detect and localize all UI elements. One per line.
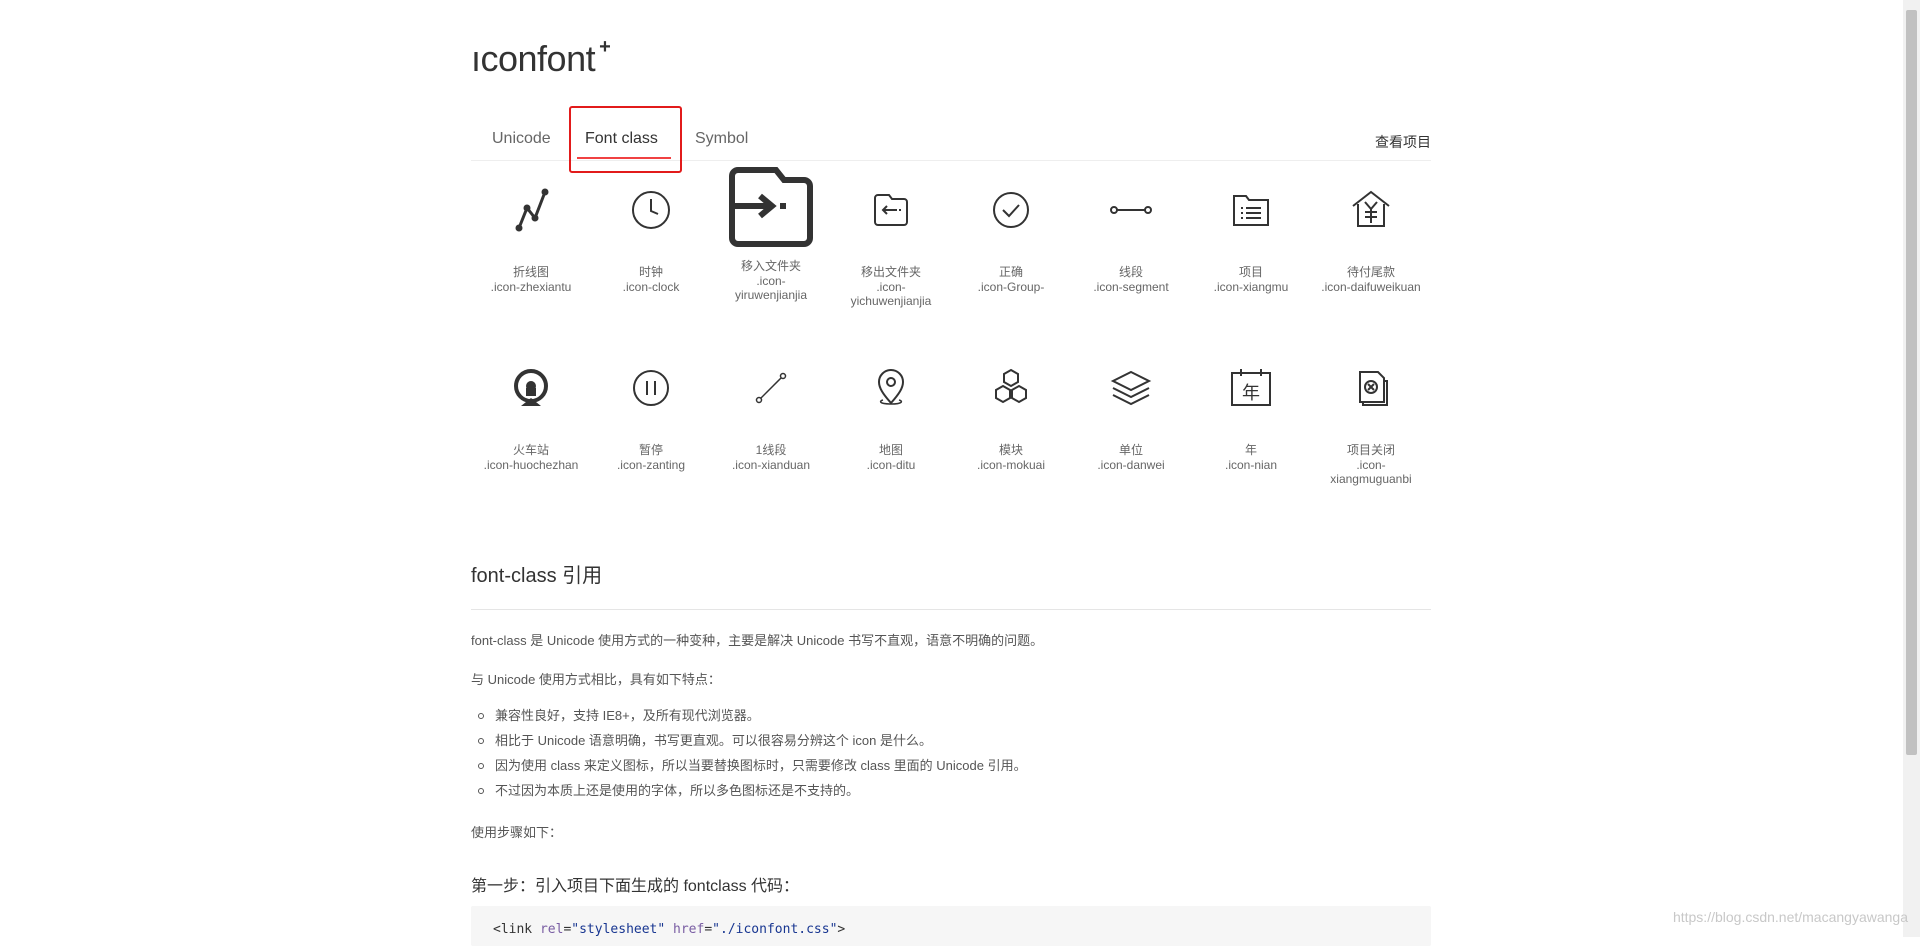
icon-class-name: .icon-xiangmuguanbi bbox=[1330, 458, 1412, 486]
code-block: <link rel="stylesheet" href="./iconfont.… bbox=[471, 906, 1431, 946]
tab-highlight-box bbox=[569, 106, 682, 173]
icon-item[interactable]: 移入文件夹 .icon-yiruwenjianjia bbox=[711, 167, 831, 302]
logo-text: ıconfont bbox=[471, 38, 596, 79]
icon-item[interactable]: 折线图 .icon-zhexiantu bbox=[471, 170, 591, 294]
tab-bar: Unicode Font class Symbol 查看项目 bbox=[471, 106, 1431, 173]
train-station-icon bbox=[471, 348, 591, 428]
step-one-title: 第一步：引入项目下面生成的 fontclass 代码： bbox=[471, 878, 800, 895]
icon-label: 年 bbox=[1244, 443, 1257, 457]
icon-class-name: .icon-Group- bbox=[977, 280, 1045, 294]
icon-class-name: .icon-xianduan bbox=[731, 458, 811, 472]
icon-class-name: .icon-yiruwenjianjia bbox=[734, 274, 808, 302]
icon-label: 1线段 bbox=[755, 443, 787, 457]
steps-label: 使用步骤如下： bbox=[471, 825, 563, 840]
icon-class-name: .icon-danwei bbox=[1097, 458, 1165, 472]
clock-icon bbox=[591, 170, 711, 250]
scrollbar-thumb[interactable] bbox=[1906, 10, 1917, 755]
vertical-scrollbar[interactable] bbox=[1903, 0, 1920, 937]
icon-label: 单位 bbox=[1118, 443, 1143, 457]
check-circle-icon bbox=[951, 170, 1071, 250]
icon-class-name: .icon-ditu bbox=[866, 458, 916, 472]
icon-item[interactable]: 线段 .icon-segment bbox=[1071, 170, 1191, 294]
icon-label: 火车站 bbox=[512, 443, 549, 457]
icon-label: 模块 bbox=[998, 443, 1023, 457]
project-close-icon bbox=[1311, 348, 1431, 428]
folder-move-in-icon bbox=[711, 164, 831, 247]
section-title: font-class 引用 bbox=[471, 565, 603, 587]
polyline-chart-icon bbox=[471, 170, 591, 250]
segment-icon bbox=[1071, 170, 1191, 250]
list-item: 兼容性良好，支持 IE8+，及所有现代浏览器。 bbox=[471, 706, 1027, 731]
feature-list: 兼容性良好，支持 IE8+，及所有现代浏览器。 相比于 Unicode 语意明确… bbox=[471, 706, 1027, 806]
intro-paragraph: font-class 是 Unicode 使用方式的一种变种，主要是解决 Uni… bbox=[471, 633, 1044, 648]
icon-label: 线段 bbox=[1118, 265, 1143, 279]
folder-move-out-icon bbox=[831, 170, 951, 250]
icon-item[interactable]: 项目关闭 .icon-xiangmuguanbi bbox=[1311, 348, 1431, 486]
icon-class-name: .icon-huochezhan bbox=[483, 458, 579, 472]
iconfont-logo[interactable]: ıconfont + bbox=[471, 36, 611, 80]
icon-label: 待付尾款 bbox=[1346, 265, 1395, 279]
project-folder-icon bbox=[1191, 170, 1311, 250]
icon-class-name: .icon-zhexiantu bbox=[490, 280, 572, 294]
icon-class-name: .icon-daifuweikuan bbox=[1321, 280, 1421, 294]
icon-item[interactable]: 年 年 .icon-nian bbox=[1191, 348, 1311, 472]
watermark: https://blog.csdn.net/macangyawanga bbox=[1672, 909, 1908, 925]
icon-item[interactable]: 模块 .icon-mokuai bbox=[951, 348, 1071, 472]
icon-item[interactable]: 移出文件夹 .icon-yichuwenjianjia bbox=[831, 170, 951, 308]
pause-circle-icon bbox=[591, 348, 711, 428]
icon-class-name: .icon-nian bbox=[1224, 458, 1278, 472]
calendar-year-icon: 年 bbox=[1191, 348, 1311, 428]
icon-label: 移出文件夹 bbox=[860, 265, 921, 279]
list-item: 不过因为本质上还是使用的字体，所以多色图标还是不支持的。 bbox=[471, 781, 1027, 806]
code-line: <link rel="stylesheet" href="./iconfont.… bbox=[493, 922, 846, 937]
layers-icon bbox=[1071, 348, 1191, 428]
icon-label: 正确 bbox=[998, 265, 1023, 279]
icon-label: 项目关闭 bbox=[1346, 443, 1395, 457]
tab-unicode[interactable]: Unicode bbox=[492, 130, 551, 148]
icon-item[interactable]: 火车站 .icon-huochezhan bbox=[471, 348, 591, 472]
icon-label: 折线图 bbox=[512, 265, 549, 279]
icon-label: 暂停 bbox=[638, 443, 663, 457]
list-item: 因为使用 class 来定义图标，所以当要替换图标时，只需要修改 class 里… bbox=[471, 756, 1027, 781]
icon-item[interactable]: 单位 .icon-danwei bbox=[1071, 348, 1191, 472]
icon-class-name: .icon-zanting bbox=[616, 458, 686, 472]
icon-label: 移入文件夹 bbox=[740, 259, 801, 273]
icon-class-name: .icon-clock bbox=[622, 280, 680, 294]
icon-item[interactable]: 项目 .icon-xiangmu bbox=[1191, 170, 1311, 294]
icon-item[interactable]: 1线段 .icon-xianduan bbox=[711, 348, 831, 472]
pending-payment-icon bbox=[1311, 170, 1431, 250]
view-project-link[interactable]: 查看项目 bbox=[1375, 132, 1431, 152]
icon-class-name: .icon-segment bbox=[1093, 280, 1169, 294]
tab-symbol[interactable]: Symbol bbox=[695, 130, 748, 148]
icon-label: 项目 bbox=[1238, 265, 1263, 279]
compare-paragraph: 与 Unicode 使用方式相比，具有如下特点： bbox=[471, 672, 721, 687]
icon-item[interactable]: 时钟 .icon-clock bbox=[591, 170, 711, 294]
map-pin-icon bbox=[831, 348, 951, 428]
icon-class-name: .icon-mokuai bbox=[976, 458, 1046, 472]
icon-item[interactable]: 地图 .icon-ditu bbox=[831, 348, 951, 472]
list-item: 相比于 Unicode 语意明确，书写更直观。可以很容易分辨这个 icon 是什… bbox=[471, 731, 1027, 756]
icon-item[interactable]: 待付尾款 .icon-daifuweikuan bbox=[1311, 170, 1431, 294]
divider bbox=[471, 609, 1431, 610]
line-segment-icon bbox=[711, 348, 831, 428]
logo-plus: + bbox=[599, 36, 611, 58]
icon-class-name: .icon-yichuwenjianjia bbox=[850, 280, 932, 308]
icon-label: 地图 bbox=[878, 443, 903, 457]
icon-item[interactable]: 暂停 .icon-zanting bbox=[591, 348, 711, 472]
module-hexagon-icon bbox=[951, 348, 1071, 428]
calendar-year-glyph: 年 bbox=[1242, 383, 1260, 404]
icon-label: 时钟 bbox=[638, 265, 663, 279]
icon-class-name: .icon-xiangmu bbox=[1213, 280, 1289, 294]
icon-item[interactable]: 正确 .icon-Group- bbox=[951, 170, 1071, 294]
